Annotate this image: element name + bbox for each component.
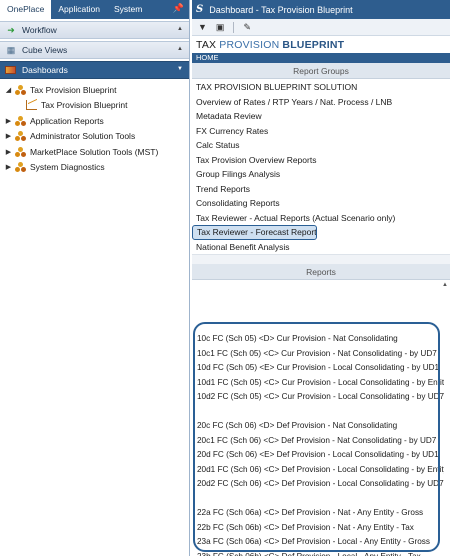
caret-up-icon: ▲ <box>177 46 183 52</box>
dashboard-group-icon <box>15 84 26 95</box>
dashboard-group-icon <box>15 115 26 126</box>
report-group-item[interactable]: Tax Reviewer - Actual Reports (Actual Sc… <box>192 211 450 226</box>
caret-down-icon: ▼ <box>177 66 183 72</box>
tree-node-tax-provision-blueprint-dashboard[interactable]: Tax Provision Blueprint <box>0 98 189 114</box>
tree-node-label: Administrator Solution Tools <box>30 131 136 142</box>
report-spacer <box>192 492 444 507</box>
tree-node-label: Application Reports <box>30 115 104 126</box>
report-group-item[interactable]: Trend Reports <box>192 182 450 197</box>
section-divider <box>192 254 450 264</box>
tree-node-label: MarketPlace Solution Tools (MST) <box>30 146 159 157</box>
report-item[interactable]: 10d1 FC (Sch 05) <C> Cur Provision - Loc… <box>192 376 444 391</box>
report-group-item[interactable]: Calc Status <box>192 138 450 153</box>
report-group-item[interactable]: National Benefit Analysis <box>192 240 450 255</box>
chart-icon <box>26 100 37 111</box>
dashboards-accordion[interactable]: Dashboards ▼ <box>0 61 189 79</box>
filter-icon[interactable]: ▼ <box>198 22 207 32</box>
report-item[interactable]: 10d FC (Sch 05) <E> Cur Provision - Loca… <box>192 361 444 376</box>
dashboard-group-icon <box>15 162 26 173</box>
dashboard-icon <box>5 66 16 74</box>
tree-node-application-reports[interactable]: ▶ Application Reports <box>0 113 189 129</box>
reports-header: Reports <box>192 264 450 280</box>
tree-node-label: Tax Provision Blueprint <box>41 100 128 111</box>
tab-oneplace[interactable]: OnePlace <box>0 0 52 19</box>
report-group-item[interactable]: Consolidating Reports <box>192 196 450 211</box>
collapsed-arrow-icon[interactable]: ▶ <box>4 163 13 171</box>
report-item[interactable]: 20d FC (Sch 06) <E> Def Provision - Loca… <box>192 448 444 463</box>
report-item[interactable]: 10d2 FC (Sch 05) <C> Cur Provision - Loc… <box>192 390 444 405</box>
brand-part-3: BLUEPRINT <box>282 38 345 51</box>
cube-views-accordion[interactable]: ▦ Cube Views ▲ <box>0 41 189 59</box>
arrow-right-icon: ➜ <box>7 24 15 35</box>
home-link[interactable]: HOME <box>192 53 450 63</box>
dashboards-label: Dashboards <box>22 65 68 75</box>
report-item[interactable]: 23a FC (Sch 06a) <C> Def Provision - Loc… <box>192 535 444 550</box>
report-item[interactable]: 20d2 FC (Sch 06) <C> Def Provision - Loc… <box>192 477 444 492</box>
report-item[interactable]: 20c1 FC (Sch 06) <C> Def Provision - Nat… <box>192 434 444 449</box>
scroll-up-icon[interactable]: ▲ <box>442 282 448 288</box>
report-group-item[interactable]: Tax Reviewer - Forecast Reports <box>192 225 317 240</box>
reports-panel: 10c FC (Sch 05) <D> Cur Provision - Nat … <box>192 280 450 556</box>
nav-tabs: OnePlace Application System 📌 <box>0 0 189 19</box>
expanded-arrow-icon[interactable]: ◢ <box>4 86 13 94</box>
reports-list: 10c FC (Sch 05) <D> Cur Provision - Nat … <box>192 280 450 556</box>
report-item[interactable]: 10c FC (Sch 05) <D> Cur Provision - Nat … <box>192 332 444 347</box>
tree-node-marketplace-solution-tools[interactable]: ▶ MarketPlace Solution Tools (MST) <box>0 144 189 160</box>
dashboard-group-icon <box>15 146 26 157</box>
dashboard-panel: S Dashboard - Tax Provision Blueprint ▼ … <box>192 0 450 556</box>
dashboard-toolbar: ▼ ▣ ✎ <box>192 19 450 36</box>
tree-node-label: System Diagnostics <box>30 162 105 173</box>
tree-node-system-diagnostics[interactable]: ▶ System Diagnostics <box>0 160 189 176</box>
report-item[interactable]: 10c1 FC (Sch 05) <C> Cur Provision - Nat… <box>192 347 444 362</box>
tab-application[interactable]: Application <box>51 0 107 19</box>
dashboard-title: Dashboard - Tax Provision Blueprint <box>209 4 353 15</box>
report-group-item[interactable]: Tax Provision Overview Reports <box>192 153 450 168</box>
app-window: OnePlace Application System 📌 ➜ Workflow… <box>0 0 450 556</box>
save-icon[interactable]: ▣ <box>216 22 225 33</box>
report-group-item[interactable]: Group Filings Analysis <box>192 167 450 182</box>
report-item[interactable]: 22b FC (Sch 06b) <C> Def Provision - Nat… <box>192 521 444 536</box>
dashboard-title-bar: S Dashboard - Tax Provision Blueprint <box>192 0 450 19</box>
report-group-item[interactable]: Metadata Review <box>192 109 450 124</box>
edit-icon[interactable]: ✎ <box>243 22 251 33</box>
report-item[interactable]: 22a FC (Sch 06a) <C> Def Provision - Nat… <box>192 506 444 521</box>
report-groups-header: Report Groups <box>192 63 450 79</box>
report-item[interactable]: 20d1 FC (Sch 06) <C> Def Provision - Loc… <box>192 463 444 478</box>
report-group-item[interactable]: TAX PROVISION BLUEPRINT SOLUTION <box>192 80 450 95</box>
workflow-label: Workflow <box>22 25 57 35</box>
tree-node-administrator-solution-tools[interactable]: ▶ Administrator Solution Tools <box>0 129 189 145</box>
report-spacer <box>192 405 444 420</box>
collapsed-arrow-icon[interactable]: ▶ <box>4 148 13 156</box>
brand-part-1: TAX <box>196 38 217 51</box>
workflow-accordion[interactable]: ➜ Workflow ▲ <box>0 21 189 39</box>
tree-node-tax-provision-blueprint[interactable]: ◢ Tax Provision Blueprint <box>0 82 189 98</box>
tree-node-label: Tax Provision Blueprint <box>30 84 117 95</box>
report-group-item[interactable]: FX Currency Rates <box>192 124 450 139</box>
reports-scrollbar[interactable]: ▲ <box>442 282 448 548</box>
brand-part-2: PROVISION <box>219 38 280 51</box>
toolbar-separator <box>233 21 235 33</box>
collapsed-arrow-icon[interactable]: ▶ <box>4 117 13 125</box>
pin-icon[interactable]: 📌 <box>173 3 184 14</box>
report-item[interactable]: 23b FC (Sch 06b) <C> Def Provision - Loc… <box>192 550 444 556</box>
caret-up-icon: ▲ <box>177 26 183 32</box>
dashboard-group-icon <box>15 131 26 142</box>
cube-icon: ▦ <box>6 44 16 55</box>
cube-views-label: Cube Views <box>22 45 68 55</box>
onestream-logo-icon: S <box>196 4 204 15</box>
dashboard-brand: TAX PROVISION BLUEPRINT <box>192 36 450 53</box>
navigation-panel: OnePlace Application System 📌 ➜ Workflow… <box>0 0 190 556</box>
report-item[interactable]: 20c FC (Sch 06) <D> Def Provision - Nat … <box>192 419 444 434</box>
dashboard-tree: ◢ Tax Provision Blueprint Tax Provision … <box>0 79 189 175</box>
report-groups-list: TAX PROVISION BLUEPRINT SOLUTION Overview… <box>192 79 450 254</box>
report-group-item[interactable]: Overview of Rates / RTP Years / Nat. Pro… <box>192 95 450 110</box>
tab-system[interactable]: System <box>107 0 149 19</box>
collapsed-arrow-icon[interactable]: ▶ <box>4 132 13 140</box>
